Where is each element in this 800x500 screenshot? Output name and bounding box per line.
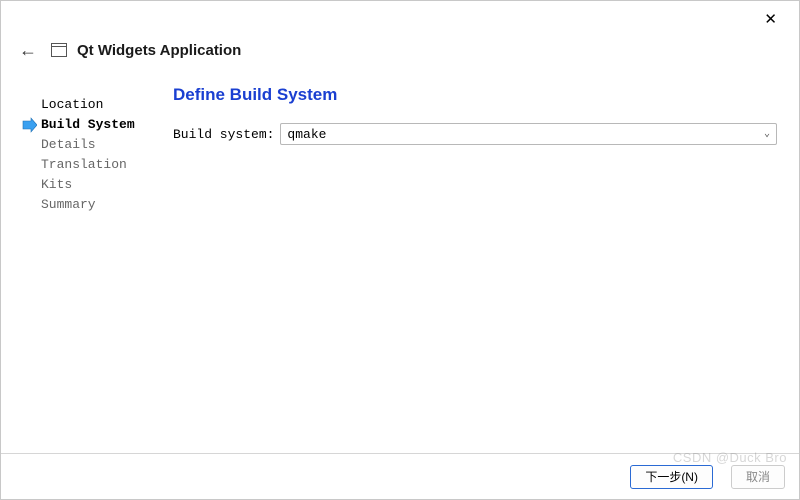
step-location: Location (27, 95, 169, 115)
wizard-steps: Location Build System Details Translatio… (27, 85, 169, 453)
window-icon (51, 43, 67, 57)
footer: 下一步(N) 取消 (1, 453, 799, 499)
page-title: Qt Widgets Application (77, 42, 241, 59)
step-label: Build System (41, 115, 135, 135)
header: ← Qt Widgets Application (1, 37, 799, 75)
step-summary: Summary (27, 195, 169, 215)
step-build-system: Build System (27, 115, 169, 135)
next-button[interactable]: 下一步(N) (630, 465, 713, 489)
build-system-row: Build system: qmake ⌄ (173, 123, 777, 145)
combobox-value: qmake (287, 127, 326, 142)
current-step-arrow-icon (21, 117, 37, 133)
button-label: 下一步(N) (645, 468, 698, 485)
step-kits: Kits (27, 175, 169, 195)
titlebar: ✕ (1, 1, 799, 37)
body: Location Build System Details Translatio… (1, 75, 799, 453)
close-icon[interactable]: ✕ (756, 6, 785, 32)
step-label: Translation (41, 155, 127, 175)
step-label: Summary (41, 195, 96, 215)
wizard-window: ✕ ← Qt Widgets Application Location Buil… (0, 0, 800, 500)
step-label: Details (41, 135, 96, 155)
step-details: Details (27, 135, 169, 155)
back-arrow-icon[interactable]: ← (15, 39, 41, 61)
section-title: Define Build System (173, 85, 777, 105)
step-label: Location (41, 95, 103, 115)
main-panel: Define Build System Build system: qmake … (169, 85, 781, 453)
button-label: 取消 (746, 468, 770, 485)
build-system-label: Build system: (173, 127, 274, 142)
step-translation: Translation (27, 155, 169, 175)
build-system-combobox[interactable]: qmake ⌄ (280, 123, 777, 145)
chevron-down-icon: ⌄ (764, 128, 770, 140)
step-label: Kits (41, 175, 72, 195)
cancel-button[interactable]: 取消 (731, 465, 785, 489)
